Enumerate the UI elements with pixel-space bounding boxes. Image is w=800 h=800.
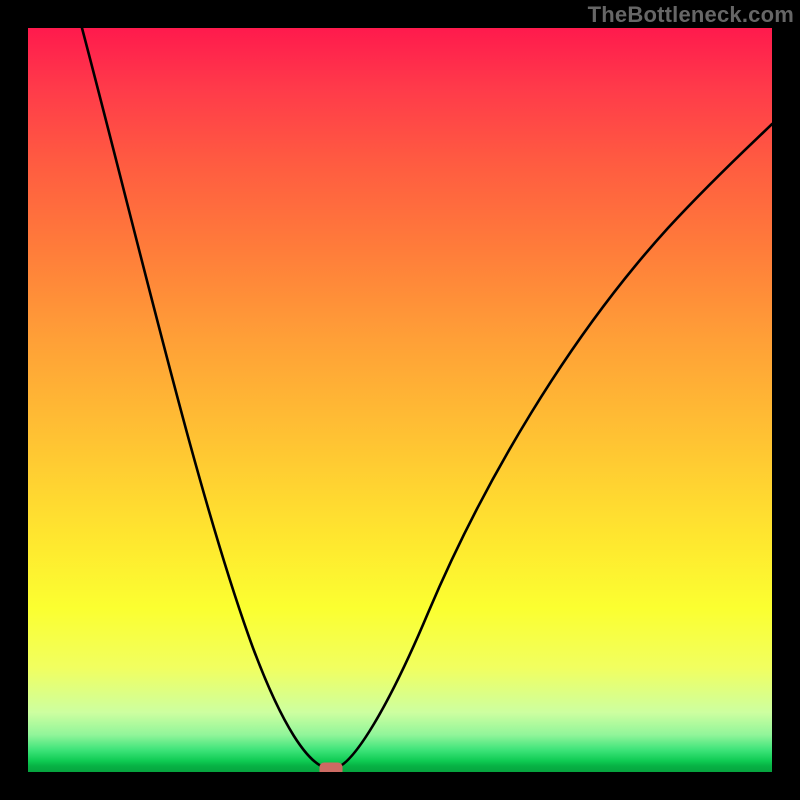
minimum-marker: [320, 763, 342, 772]
curve-layer: [28, 28, 772, 772]
plot-area: [28, 28, 772, 772]
chart-frame: TheBottleneck.com: [0, 0, 800, 800]
watermark-text: TheBottleneck.com: [588, 2, 794, 28]
bottleneck-curve: [82, 28, 772, 768]
